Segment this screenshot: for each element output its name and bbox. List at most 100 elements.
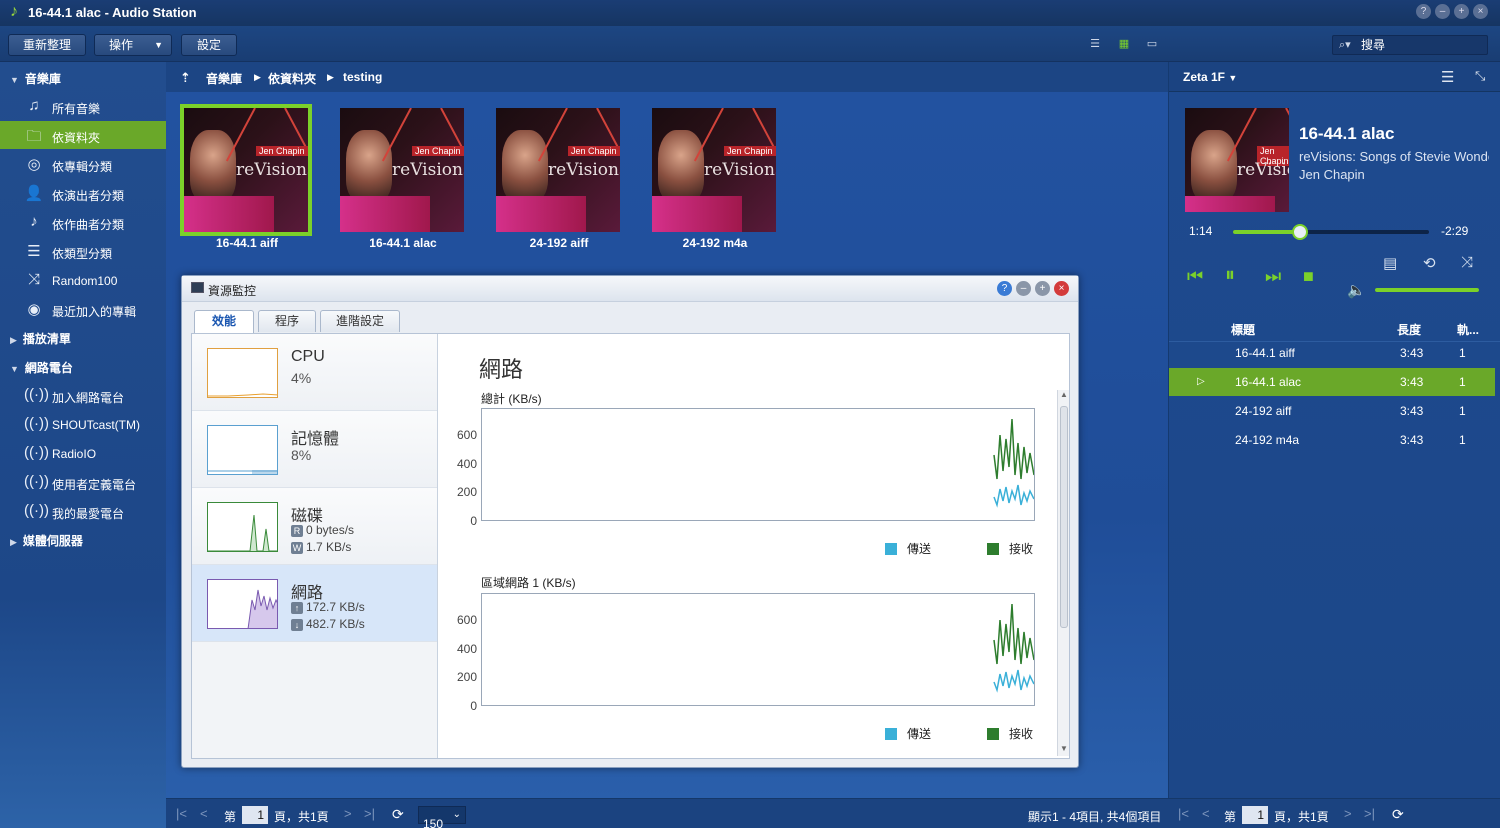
seek-knob[interactable] <box>1291 224 1308 240</box>
volume-slider[interactable] <box>1375 288 1479 292</box>
legend-send: 傳送 <box>885 725 931 742</box>
breadcrumb-item-folder[interactable]: 依資料夾 <box>268 70 316 87</box>
album-cover-art[interactable]: Jen ChapinreVisions <box>496 108 620 232</box>
tab-processes[interactable]: 程序 <box>258 310 316 332</box>
scroll-down-icon[interactable]: ▼ <box>1060 744 1068 753</box>
playlist-section-header[interactable]: ▶ 播放清單 <box>10 330 71 347</box>
column-length[interactable]: 長度 <box>1397 321 1421 338</box>
resource-item-cpu[interactable]: CPU 4% <box>192 334 437 411</box>
seek-bar[interactable] <box>1233 224 1429 240</box>
album-tile[interactable]: Jen ChapinreVisions 24-192 m4a <box>652 108 778 250</box>
sidebar-item-by-composer[interactable]: ♪ 依作曲者分類 <box>0 208 166 236</box>
album-tile[interactable]: Jen ChapinreVisions 16-44.1 alac <box>340 108 466 250</box>
last-page-icon[interactable]: >| <box>364 806 375 821</box>
sidebar-item-radioio[interactable]: ((·)) RadioIO <box>0 439 166 467</box>
sidebar-item-random100[interactable]: ⤨ Random100 <box>0 266 166 294</box>
scroll-up-icon[interactable]: ▲ <box>1060 390 1068 399</box>
device-selector[interactable]: Zeta 1F ▼ <box>1183 70 1237 84</box>
sidebar-item-by-folder[interactable]: 🗀 依資料夾 <box>0 121 166 149</box>
playlist-row[interactable]: 16-44.1 aiff 3:43 1 <box>1169 339 1495 367</box>
row-length: 3:43 <box>1400 433 1424 447</box>
column-track[interactable]: 軌... <box>1457 321 1479 338</box>
close-icon[interactable]: × <box>1054 281 1069 296</box>
tab-advanced-settings[interactable]: 進階設定 <box>320 310 400 332</box>
search-input[interactable] <box>1361 37 1481 53</box>
refresh-button[interactable]: 重新整理 <box>8 34 86 56</box>
library-section-header[interactable]: ▼ 音樂庫 <box>10 70 61 87</box>
search-icon[interactable]: ⌕▾ <box>1339 38 1351 52</box>
cover-flow-icon[interactable]: ▭ <box>1144 38 1160 50</box>
sidebar-item-add-radio[interactable]: ((·)) 加入網路電台 <box>0 381 166 409</box>
minimize-icon[interactable]: – <box>1435 4 1450 19</box>
tab-performance[interactable]: 效能 <box>194 310 254 333</box>
sidebar-item-shoutcast[interactable]: ((·)) SHOUTcast(TM) <box>0 410 166 438</box>
maximize-icon[interactable]: + <box>1454 4 1469 19</box>
action-menu-button[interactable]: 操作 ▼ <box>94 34 172 56</box>
settings-button[interactable]: 設定 <box>181 34 237 56</box>
breadcrumb-item-testing[interactable]: testing <box>343 70 382 84</box>
next-page-icon[interactable]: > <box>344 806 352 821</box>
next-page-icon[interactable]: > <box>1344 806 1352 821</box>
resource-item-disk[interactable]: 磁碟 R0 bytes/s W 1.7 KB/s <box>192 488 437 565</box>
maximize-icon[interactable]: + <box>1035 281 1050 296</box>
chart-scrollbar[interactable]: ▲ ▼ <box>1057 390 1069 756</box>
album-cover-art[interactable]: Jen ChapinreVisions <box>340 108 464 232</box>
breadcrumb-separator-icon: ▶ <box>327 72 334 82</box>
resource-item-memory[interactable]: 記憶體 8% <box>192 411 437 488</box>
refresh-icon[interactable]: ⟳ <box>1392 806 1404 823</box>
resource-item-network[interactable]: 網路 ↑ 172.7 KB/s ↓ 482.7 KB/s <box>192 565 437 642</box>
playlist-row[interactable]: 24-192 aiff 3:43 1 <box>1169 397 1495 425</box>
volume-icon[interactable]: 🔈 <box>1347 281 1366 299</box>
close-icon[interactable]: × <box>1473 4 1488 19</box>
chevron-down-icon: ⌄ <box>452 809 461 820</box>
help-icon[interactable]: ? <box>1416 4 1431 19</box>
now-playing-header: Zeta 1F ▼ ☰ ⤡ <box>1169 62 1500 92</box>
prev-page-icon[interactable]: < <box>200 806 208 821</box>
sidebar-item-user-radio[interactable]: ((·)) 使用者定義電台 <box>0 468 166 496</box>
page-size-select[interactable]: 150 ⌄ <box>418 806 466 828</box>
media-server-section-header[interactable]: ▶ 媒體伺服器 <box>10 532 83 549</box>
refresh-icon[interactable]: ⟳ <box>392 806 404 823</box>
first-page-icon[interactable]: |< <box>176 806 187 821</box>
sidebar-item-all-music[interactable]: ♫ 所有音樂 <box>0 92 166 120</box>
sidebar-item-by-genre[interactable]: ☰ 依類型分類 <box>0 237 166 265</box>
sidebar-item-recent-albums[interactable]: ◉ 最近加入的專輯 <box>0 295 166 323</box>
album-cover-art[interactable]: Jen ChapinreVisions <box>180 104 312 236</box>
repeat-icon[interactable]: ⟲ <box>1423 254 1436 272</box>
up-arrow-icon[interactable]: ⇡ <box>180 70 191 86</box>
breadcrumb-item-library[interactable]: 音樂庫 <box>206 70 242 87</box>
now-playing-album: reVisions: Songs of Stevie Wonder <box>1299 149 1489 164</box>
page-number-input[interactable]: 1 <box>242 806 268 824</box>
y-tick: 400 <box>456 457 477 471</box>
lyrics-icon[interactable]: ▤ <box>1383 254 1397 272</box>
scrollbar-thumb[interactable] <box>1060 406 1068 628</box>
radio-section-header[interactable]: ▼ 網路電台 <box>10 359 73 376</box>
minimize-icon[interactable]: – <box>1016 281 1031 296</box>
sidebar-item-by-album[interactable]: ◎ 依專輯分類 <box>0 150 166 178</box>
prev-page-icon[interactable]: < <box>1202 806 1210 821</box>
column-title[interactable]: 標題 <box>1231 321 1255 338</box>
sidebar-item-by-artist[interactable]: 👤 依演出者分類 <box>0 179 166 207</box>
page-number-input[interactable]: 1 <box>1242 806 1268 824</box>
playlist-row[interactable]: 24-192 m4a 3:43 1 <box>1169 426 1495 454</box>
list-view-icon[interactable]: ☰ <box>1087 38 1103 50</box>
album-tile[interactable]: Jen ChapinreVisions16-44.1 aiff <box>180 104 312 250</box>
album-tile[interactable]: Jen ChapinreVisions 24-192 aiff <box>496 108 622 250</box>
next-track-icon[interactable]: ⏭ <box>1265 266 1281 287</box>
resource-monitor-titlebar[interactable]: 資源監控 ? – + × <box>182 276 1078 302</box>
pause-icon[interactable]: ⏸ <box>1225 264 1235 287</box>
help-icon[interactable]: ? <box>997 281 1012 296</box>
playlist-menu-icon[interactable]: ☰ <box>1441 68 1454 86</box>
search-box[interactable]: ⌕▾ <box>1332 35 1488 55</box>
collapse-icon[interactable]: ⤡ <box>1475 68 1485 84</box>
shuffle-icon[interactable]: ⤨ <box>1461 254 1473 271</box>
stop-icon[interactable]: ■ <box>1303 266 1314 287</box>
last-page-icon[interactable]: >| <box>1364 806 1375 821</box>
album-cover-art[interactable]: Jen ChapinreVisions <box>652 108 776 232</box>
sidebar-item-favorite-radio[interactable]: ((·)) 我的最愛電台 <box>0 497 166 525</box>
y-tick: 600 <box>456 613 477 627</box>
grid-view-icon[interactable]: ▦ <box>1116 38 1132 50</box>
playlist-row[interactable]: ▷ 16-44.1 alac 3:43 1 <box>1169 368 1495 396</box>
first-page-icon[interactable]: |< <box>1178 806 1189 821</box>
previous-track-icon[interactable]: ⏮ <box>1187 266 1203 287</box>
